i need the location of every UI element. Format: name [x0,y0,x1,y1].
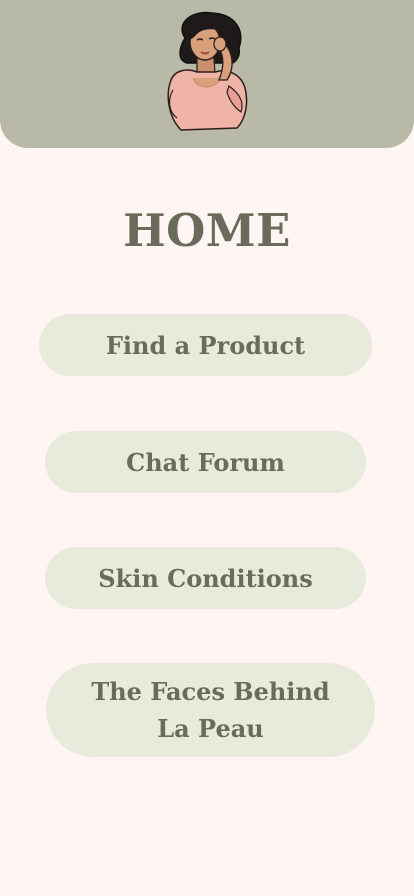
find-product-label: Find a Product [105,330,306,360]
find-product-button[interactable]: Find a Product [39,314,372,376]
header-banner [0,0,414,148]
skin-conditions-button[interactable]: Skin Conditions [45,547,366,609]
chat-forum-label: Chat Forum [126,447,285,477]
chat-forum-button[interactable]: Chat Forum [45,431,366,493]
woman-illustration-icon [167,11,248,131]
page-title: HOME [123,204,291,257]
skin-conditions-label: Skin Conditions [98,563,313,593]
faces-behind-button[interactable]: The Faces Behind La Peau [46,663,375,757]
faces-behind-label-line1: The Faces Behind [91,677,330,706]
faces-behind-label-line2: La Peau [157,714,264,743]
